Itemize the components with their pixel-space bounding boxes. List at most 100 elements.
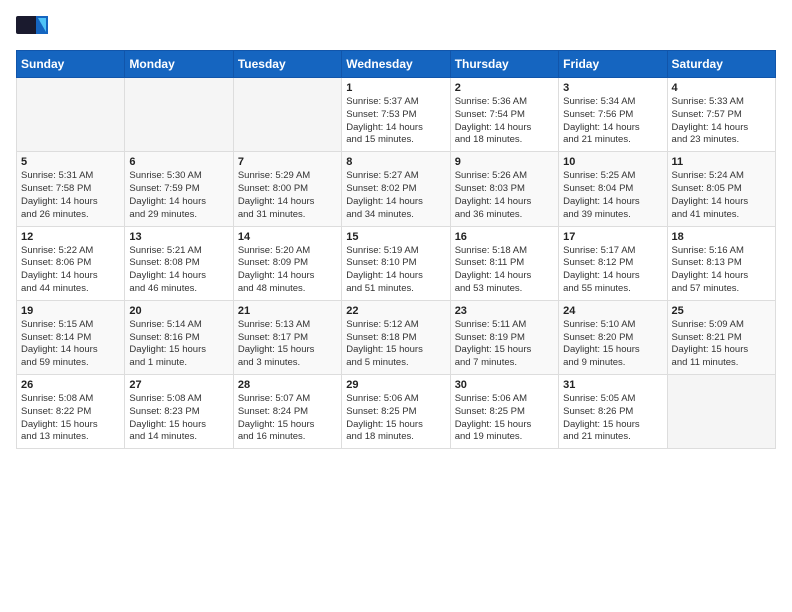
calendar-cell: 27Sunrise: 5:08 AM Sunset: 8:23 PM Dayli… <box>125 375 233 449</box>
day-info: Sunrise: 5:06 AM Sunset: 8:25 PM Dayligh… <box>455 393 554 444</box>
calendar-cell: 9 Sunrise: 5:26 AM Sunset: 8:03 PM Daylig… <box>450 152 558 226</box>
day-number: 22 <box>346 305 445 317</box>
day-info: Sunrise: 5:14 AM Sunset: 8:16 PM Dayligh… <box>129 319 228 370</box>
day-info: Sunrise: 5:26 AM Sunset: 8:03 PM Dayligh… <box>455 170 554 221</box>
calendar: SundayMondayTuesdayWednesdayThursdayFrid… <box>16 50 776 449</box>
calendar-cell: 5 Sunrise: 5:31 AM Sunset: 7:58 PM Daylig… <box>17 152 125 226</box>
day-number: 17 <box>563 231 662 243</box>
day-info: Sunrise: 5:17 AM Sunset: 8:12 PM Dayligh… <box>563 245 662 296</box>
calendar-cell: 16 Sunrise: 5:18 AM Sunset: 8:11 PM Dayli… <box>450 226 558 300</box>
day-info: Sunrise: 5:07 AM Sunset: 8:24 PM Dayligh… <box>238 393 337 444</box>
day-number: 3 <box>563 82 662 94</box>
calendar-week-row: 5 Sunrise: 5:31 AM Sunset: 7:58 PM Daylig… <box>17 152 776 226</box>
calendar-cell: 26 Sunrise: 5:08 AM Sunset: 8:22 PM Dayli… <box>17 375 125 449</box>
day-number: 27 <box>129 379 228 391</box>
day-info: Sunrise: 5:12 AM Sunset: 8:18 PM Dayligh… <box>346 319 445 370</box>
day-number: 11 <box>672 156 771 168</box>
day-header-sunday: Sunday <box>17 51 125 78</box>
day-number: 13 <box>129 231 228 243</box>
day-number: 30 <box>455 379 554 391</box>
calendar-cell: 2 Sunrise: 5:36 AM Sunset: 7:54 PM Daylig… <box>450 78 558 152</box>
day-info: Sunrise: 5:15 AM Sunset: 8:14 PM Dayligh… <box>21 319 120 370</box>
day-number: 6 <box>129 156 228 168</box>
day-info: Sunrise: 5:19 AM Sunset: 8:10 PM Dayligh… <box>346 245 445 296</box>
day-info: Sunrise: 5:09 AM Sunset: 8:21 PM Dayligh… <box>672 319 771 370</box>
calendar-header-row: SundayMondayTuesdayWednesdayThursdayFrid… <box>17 51 776 78</box>
calendar-cell <box>125 78 233 152</box>
day-info: Sunrise: 5:18 AM Sunset: 8:11 PM Dayligh… <box>455 245 554 296</box>
day-number: 19 <box>21 305 120 317</box>
logo-icon <box>16 16 48 42</box>
day-number: 28 <box>238 379 337 391</box>
calendar-cell: 18Sunrise: 5:16 AM Sunset: 8:13 PM Dayli… <box>667 226 775 300</box>
calendar-cell: 23 Sunrise: 5:11 AM Sunset: 8:19 PM Dayli… <box>450 300 558 374</box>
calendar-cell: 21 Sunrise: 5:13 AM Sunset: 8:17 PM Dayli… <box>233 300 341 374</box>
day-info: Sunrise: 5:21 AM Sunset: 8:08 PM Dayligh… <box>129 245 228 296</box>
day-header-saturday: Saturday <box>667 51 775 78</box>
day-number: 31 <box>563 379 662 391</box>
day-info: Sunrise: 5:20 AM Sunset: 8:09 PM Dayligh… <box>238 245 337 296</box>
day-number: 25 <box>672 305 771 317</box>
day-info: Sunrise: 5:10 AM Sunset: 8:20 PM Dayligh… <box>563 319 662 370</box>
day-header-friday: Friday <box>559 51 667 78</box>
day-info: Sunrise: 5:25 AM Sunset: 8:04 PM Dayligh… <box>563 170 662 221</box>
calendar-cell: 28 Sunrise: 5:07 AM Sunset: 8:24 PM Dayli… <box>233 375 341 449</box>
day-number: 23 <box>455 305 554 317</box>
calendar-cell: 11 Sunrise: 5:24 AM Sunset: 8:05 PM Dayli… <box>667 152 775 226</box>
logo <box>16 16 50 42</box>
day-info: Sunrise: 5:13 AM Sunset: 8:17 PM Dayligh… <box>238 319 337 370</box>
day-number: 4 <box>672 82 771 94</box>
day-number: 15 <box>346 231 445 243</box>
calendar-cell: 14 Sunrise: 5:20 AM Sunset: 8:09 PM Dayli… <box>233 226 341 300</box>
calendar-cell: 17 Sunrise: 5:17 AM Sunset: 8:12 PM Dayli… <box>559 226 667 300</box>
calendar-cell: 19 Sunrise: 5:15 AM Sunset: 8:14 PM Dayli… <box>17 300 125 374</box>
day-info: Sunrise: 5:24 AM Sunset: 8:05 PM Dayligh… <box>672 170 771 221</box>
day-info: Sunrise: 5:36 AM Sunset: 7:54 PM Dayligh… <box>455 96 554 147</box>
day-info: Sunrise: 5:30 AM Sunset: 7:59 PM Dayligh… <box>129 170 228 221</box>
calendar-cell: 24 Sunrise: 5:10 AM Sunset: 8:20 PM Dayli… <box>559 300 667 374</box>
day-number: 5 <box>21 156 120 168</box>
day-header-tuesday: Tuesday <box>233 51 341 78</box>
day-number: 29 <box>346 379 445 391</box>
day-number: 14 <box>238 231 337 243</box>
header <box>16 16 776 42</box>
calendar-cell: 29 Sunrise: 5:06 AM Sunset: 8:25 PM Dayli… <box>342 375 450 449</box>
calendar-week-row: 1Sunrise: 5:37 AM Sunset: 7:53 PM Daylig… <box>17 78 776 152</box>
calendar-cell: 1Sunrise: 5:37 AM Sunset: 7:53 PM Daylig… <box>342 78 450 152</box>
day-number: 16 <box>455 231 554 243</box>
calendar-cell <box>233 78 341 152</box>
calendar-cell: 3 Sunrise: 5:34 AM Sunset: 7:56 PM Daylig… <box>559 78 667 152</box>
day-number: 20 <box>129 305 228 317</box>
day-header-thursday: Thursday <box>450 51 558 78</box>
day-info: Sunrise: 5:08 AM Sunset: 8:22 PM Dayligh… <box>21 393 120 444</box>
day-number: 9 <box>455 156 554 168</box>
calendar-cell: 22 Sunrise: 5:12 AM Sunset: 8:18 PM Dayli… <box>342 300 450 374</box>
calendar-cell: 20 Sunrise: 5:14 AM Sunset: 8:16 PM Dayli… <box>125 300 233 374</box>
day-info: Sunrise: 5:06 AM Sunset: 8:25 PM Dayligh… <box>346 393 445 444</box>
day-number: 2 <box>455 82 554 94</box>
day-info: Sunrise: 5:22 AM Sunset: 8:06 PM Dayligh… <box>21 245 120 296</box>
day-header-monday: Monday <box>125 51 233 78</box>
day-info: Sunrise: 5:05 AM Sunset: 8:26 PM Dayligh… <box>563 393 662 444</box>
calendar-cell: 4Sunrise: 5:33 AM Sunset: 7:57 PM Daylig… <box>667 78 775 152</box>
day-number: 24 <box>563 305 662 317</box>
calendar-cell: 7Sunrise: 5:29 AM Sunset: 8:00 PM Daylig… <box>233 152 341 226</box>
calendar-cell: 15 Sunrise: 5:19 AM Sunset: 8:10 PM Dayli… <box>342 226 450 300</box>
day-info: Sunrise: 5:27 AM Sunset: 8:02 PM Dayligh… <box>346 170 445 221</box>
day-info: Sunrise: 5:29 AM Sunset: 8:00 PM Dayligh… <box>238 170 337 221</box>
day-header-wednesday: Wednesday <box>342 51 450 78</box>
calendar-week-row: 12Sunrise: 5:22 AM Sunset: 8:06 PM Dayli… <box>17 226 776 300</box>
day-number: 21 <box>238 305 337 317</box>
day-info: Sunrise: 5:31 AM Sunset: 7:58 PM Dayligh… <box>21 170 120 221</box>
calendar-cell: 13 Sunrise: 5:21 AM Sunset: 8:08 PM Dayli… <box>125 226 233 300</box>
day-info: Sunrise: 5:11 AM Sunset: 8:19 PM Dayligh… <box>455 319 554 370</box>
calendar-cell <box>17 78 125 152</box>
day-number: 26 <box>21 379 120 391</box>
day-info: Sunrise: 5:34 AM Sunset: 7:56 PM Dayligh… <box>563 96 662 147</box>
day-number: 10 <box>563 156 662 168</box>
calendar-cell: 6 Sunrise: 5:30 AM Sunset: 7:59 PM Daylig… <box>125 152 233 226</box>
calendar-cell: 12Sunrise: 5:22 AM Sunset: 8:06 PM Dayli… <box>17 226 125 300</box>
calendar-cell: 31 Sunrise: 5:05 AM Sunset: 8:26 PM Dayli… <box>559 375 667 449</box>
calendar-week-row: 19 Sunrise: 5:15 AM Sunset: 8:14 PM Dayli… <box>17 300 776 374</box>
calendar-cell: 8Sunrise: 5:27 AM Sunset: 8:02 PM Daylig… <box>342 152 450 226</box>
